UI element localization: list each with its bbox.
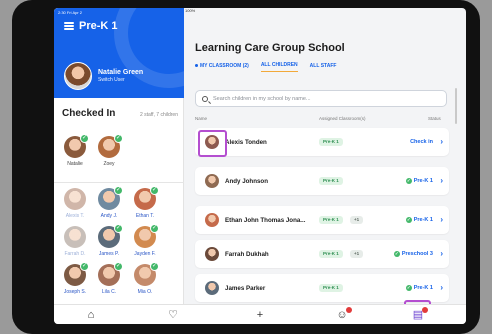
class-title[interactable]: Pre-K 1 xyxy=(64,20,118,32)
status-bar: 2:30 Fri Apr 2 100% xyxy=(54,8,466,16)
child-name: Joseph S. xyxy=(63,289,87,295)
checked-in-check-icon: ✓ xyxy=(114,134,123,143)
user-name: Natalie Green xyxy=(98,69,144,76)
child-card[interactable]: ✓ Andy J. xyxy=(94,186,124,219)
checked-in-check-icon: ✓ xyxy=(80,262,89,271)
staff-avatar: ✓ xyxy=(64,134,89,158)
checked-in-check-icon: ✓ xyxy=(150,186,159,195)
child-name: Andy J. xyxy=(100,213,118,219)
avatar xyxy=(64,62,92,90)
checked-in-label: Checked In xyxy=(62,108,116,119)
child-avatar: ✓ xyxy=(98,186,123,210)
bottom-nav: ⌂ ♡ + ☺ ▤ xyxy=(54,304,466,324)
checked-in-check-icon: ✓ xyxy=(114,224,123,233)
menu-icon[interactable] xyxy=(64,22,74,30)
child-name: Alexis T. xyxy=(65,213,85,219)
child-name: Mia O. xyxy=(137,289,153,295)
sidebar: Pre-K 1 Natalie Green Switch User Checke… xyxy=(54,8,184,304)
staff-avatar: ✓ xyxy=(98,134,123,158)
staff-card[interactable]: ✓ Natalie xyxy=(60,134,90,167)
status-time: 2:30 Fri Apr 2 xyxy=(58,9,83,15)
messages-icon[interactable]: ☺ xyxy=(335,307,352,321)
child-card[interactable]: ✓ Ethan T. xyxy=(130,186,160,219)
child-name: Farrah D. xyxy=(64,251,86,257)
child-avatar: ✓ xyxy=(98,262,123,286)
heart-icon[interactable]: ♡ xyxy=(166,309,180,321)
child-avatar: ✓ xyxy=(64,262,89,286)
plus-icon[interactable]: + xyxy=(253,309,267,321)
child-card[interactable]: ✓ Mia O. xyxy=(130,262,160,295)
child-avatar: ✓ xyxy=(134,262,159,286)
checked-in-check-icon: ✓ xyxy=(114,262,123,271)
checked-in-check-icon: ✓ xyxy=(150,262,159,271)
child-card[interactable]: Alexis T. xyxy=(60,188,90,219)
child-card[interactable]: ✓ Joseph S. xyxy=(60,262,90,295)
child-card[interactable]: ✓ Jayden F. xyxy=(130,224,160,257)
checked-in-check-icon: ✓ xyxy=(114,186,123,195)
class-title-label: Pre-K 1 xyxy=(79,20,118,32)
home-icon[interactable]: ⌂ xyxy=(84,309,98,321)
child-name: James P. xyxy=(98,251,120,257)
child-avatar xyxy=(64,226,86,248)
checked-in-check-icon: ✓ xyxy=(80,134,89,143)
staff-name: Natalie xyxy=(67,161,83,167)
child-name: Ethan T. xyxy=(135,213,155,219)
sidebar-header: Pre-K 1 Natalie Green Switch User xyxy=(54,8,184,98)
section-divider xyxy=(54,182,184,183)
child-card[interactable]: ✓ James P. xyxy=(94,224,124,257)
switch-user-link[interactable]: Switch User xyxy=(98,77,143,83)
child-avatar xyxy=(64,188,86,210)
child-card[interactable]: Farrah D. xyxy=(60,226,90,257)
checked-in-header: Checked In 2 staff, 7 children xyxy=(62,108,178,119)
child-name: Jayden F. xyxy=(134,251,156,257)
roster-icon[interactable]: ▤ xyxy=(411,307,428,321)
checked-in-count: 2 staff, 7 children xyxy=(140,112,178,118)
checked-in-check-icon: ✓ xyxy=(150,224,159,233)
notification-badge xyxy=(346,307,352,313)
tablet-screen: 2:30 Fri Apr 2 100% Pre-K 1 Natalie Gree… xyxy=(54,8,466,324)
child-card[interactable]: ✓ Lila C. xyxy=(94,262,124,295)
staff-card[interactable]: ✓ Zoey xyxy=(94,134,124,167)
user-switcher[interactable]: Natalie Green Switch User xyxy=(64,62,143,90)
child-avatar: ✓ xyxy=(98,224,123,248)
staff-name: Zoey xyxy=(103,161,115,167)
child-name: Lila C. xyxy=(101,289,117,295)
status-battery: 100% xyxy=(185,8,196,13)
child-avatar: ✓ xyxy=(134,224,159,248)
notification-badge xyxy=(422,307,428,313)
child-avatar: ✓ xyxy=(134,186,159,210)
